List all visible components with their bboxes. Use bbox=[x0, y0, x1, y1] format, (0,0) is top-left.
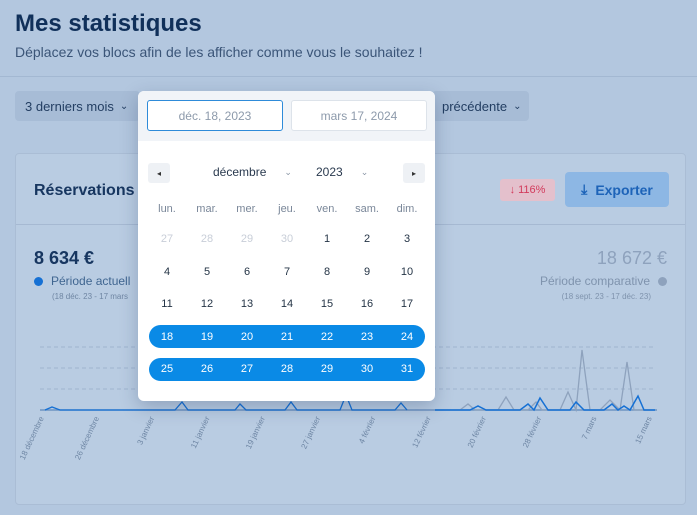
calendar-day[interactable]: 23 bbox=[347, 326, 387, 348]
weekday-label: sam. bbox=[355, 203, 379, 215]
weekday-label: dim. bbox=[396, 203, 418, 215]
calendar-day[interactable]: 28 bbox=[267, 358, 307, 380]
x-tick-label: 27 janvier bbox=[299, 415, 322, 451]
calendar-day[interactable]: 29 bbox=[227, 228, 267, 250]
calendar-day[interactable]: 30 bbox=[347, 358, 387, 380]
calendar-day[interactable]: 11 bbox=[147, 293, 187, 315]
weekday-label: lun. bbox=[158, 203, 176, 215]
x-tick-label: 15 mars bbox=[633, 415, 653, 445]
x-tick-label: 12 février bbox=[410, 415, 432, 449]
year-select-value: 2023 bbox=[316, 165, 343, 179]
calendar-day[interactable]: 19 bbox=[187, 326, 227, 348]
calendar-day[interactable]: 9 bbox=[347, 261, 387, 283]
weekday-label: jeu. bbox=[278, 203, 296, 215]
calendar-day[interactable]: 5 bbox=[187, 261, 227, 283]
calendar-day[interactable]: 12 bbox=[187, 293, 227, 315]
x-tick-label: 7 mars bbox=[580, 415, 598, 441]
calendar-day[interactable]: 20 bbox=[227, 326, 267, 348]
x-tick-label: 26 décembre bbox=[73, 415, 101, 462]
calendar-day[interactable]: 1 bbox=[307, 228, 347, 250]
x-tick-label: 18 décembre bbox=[18, 415, 46, 462]
calendar-day[interactable]: 16 bbox=[347, 293, 387, 315]
x-tick-label: 19 janvier bbox=[244, 415, 267, 451]
calendar-day[interactable]: 2 bbox=[347, 228, 387, 250]
calendar-day[interactable]: 10 bbox=[387, 261, 427, 283]
chevron-down-icon: ⌄ bbox=[360, 166, 369, 177]
x-tick-label: 4 février bbox=[357, 415, 378, 445]
calendar-day[interactable]: 4 bbox=[147, 261, 187, 283]
calendar-day[interactable]: 17 bbox=[387, 293, 427, 315]
weekday-label: mer. bbox=[236, 203, 258, 215]
calendar-day[interactable]: 26 bbox=[187, 358, 227, 380]
weekday-label: ven. bbox=[316, 203, 338, 215]
calendar-day[interactable]: 6 bbox=[227, 261, 267, 283]
calendar-day[interactable]: 14 bbox=[267, 293, 307, 315]
prev-month-button[interactable]: ◂ bbox=[148, 163, 170, 183]
calendar-day[interactable]: 30 bbox=[267, 228, 307, 250]
calendar-day[interactable]: 3 bbox=[387, 228, 427, 250]
calendar-day[interactable]: 7 bbox=[267, 261, 307, 283]
chevron-down-icon: ⌄ bbox=[284, 166, 292, 177]
x-axis-ticks: 18 décembre 26 décembre 3 janvier 11 janvie… bbox=[18, 415, 654, 462]
x-tick-label: 28 février bbox=[521, 415, 543, 449]
start-date-input[interactable]: déc. 18, 2023 bbox=[147, 100, 283, 131]
end-date-input[interactable]: mars 17, 2024 bbox=[291, 100, 427, 131]
weekday-label: mar. bbox=[196, 203, 218, 215]
calendar-day[interactable]: 29 bbox=[307, 358, 347, 380]
x-tick-label: 3 janvier bbox=[135, 415, 156, 447]
calendar-day[interactable]: 27 bbox=[227, 358, 267, 380]
calendar-day[interactable]: 27 bbox=[147, 228, 187, 250]
calendar-day[interactable]: 24 bbox=[387, 326, 427, 348]
date-range-picker: déc. 18, 2023 mars 17, 2024 ◂ décembre ⌄… bbox=[138, 91, 435, 401]
calendar-day[interactable]: 21 bbox=[267, 326, 307, 348]
x-tick-label: 11 janvier bbox=[189, 415, 212, 450]
calendar-day[interactable]: 18 bbox=[147, 326, 187, 348]
next-month-button[interactable]: ▸ bbox=[403, 163, 425, 183]
calendar-day[interactable]: 25 bbox=[147, 358, 187, 380]
x-tick-label: 20 février bbox=[466, 415, 488, 449]
calendar-day[interactable]: 13 bbox=[227, 293, 267, 315]
calendar-day[interactable]: 15 bbox=[307, 293, 347, 315]
calendar-day[interactable]: 8 bbox=[307, 261, 347, 283]
calendar-day[interactable]: 22 bbox=[307, 326, 347, 348]
month-select-value: décembre bbox=[213, 165, 267, 179]
calendar-day[interactable]: 28 bbox=[187, 228, 227, 250]
calendar-day[interactable]: 31 bbox=[387, 358, 427, 380]
year-select[interactable]: 2023 ⌄ bbox=[316, 165, 368, 179]
month-select[interactable]: décembre ⌄ bbox=[213, 165, 292, 179]
